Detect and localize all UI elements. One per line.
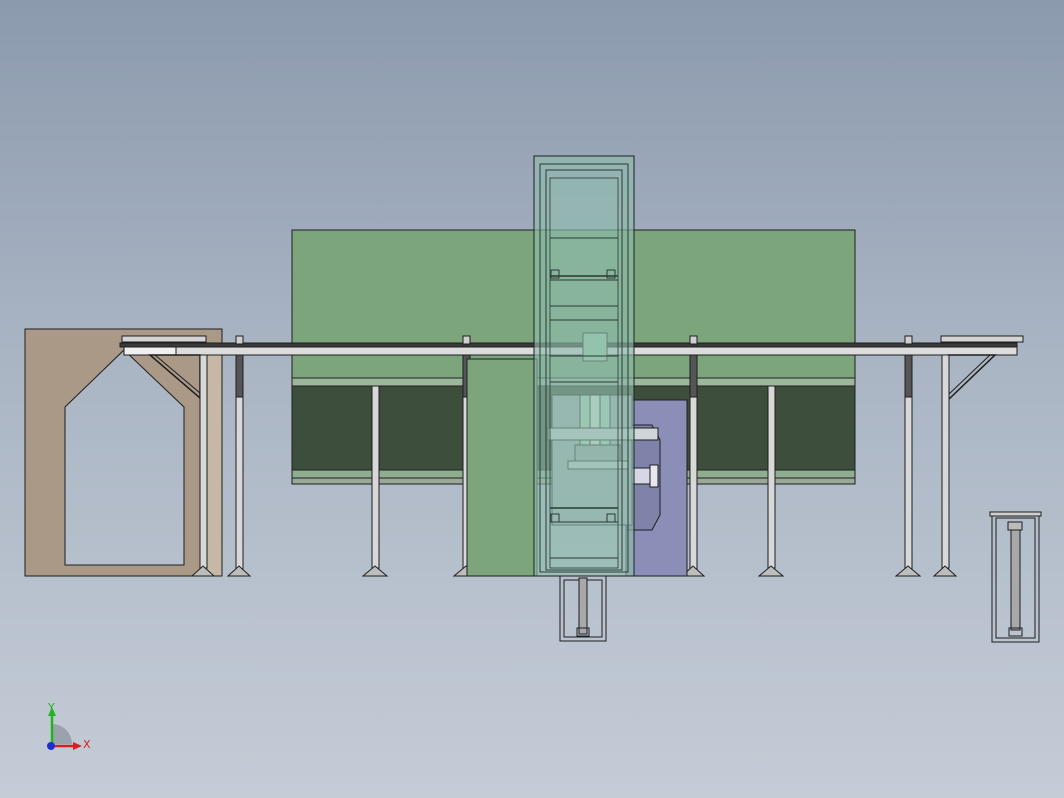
graphics-viewport[interactable]: Y X	[0, 0, 1064, 798]
x-axis-label: X	[83, 738, 91, 751]
lower-cylinder-frame[interactable]	[559, 575, 607, 642]
z-axis-dot	[47, 742, 55, 750]
reference-triad: Y X	[47, 701, 91, 751]
leg-8[interactable]	[932, 354, 958, 577]
leg-1[interactable]	[226, 335, 252, 577]
concrete-frame-block[interactable]	[24, 328, 223, 577]
c-frame-press[interactable]	[625, 399, 688, 577]
cad-model-view[interactable]: Y X	[0, 0, 1064, 798]
glass-tower[interactable]	[533, 155, 635, 577]
front-green-cabinet[interactable]	[466, 358, 538, 577]
y-axis-label: Y	[47, 701, 55, 714]
leg-7[interactable]	[894, 335, 922, 577]
right-cylinder-frame[interactable]	[989, 511, 1042, 643]
